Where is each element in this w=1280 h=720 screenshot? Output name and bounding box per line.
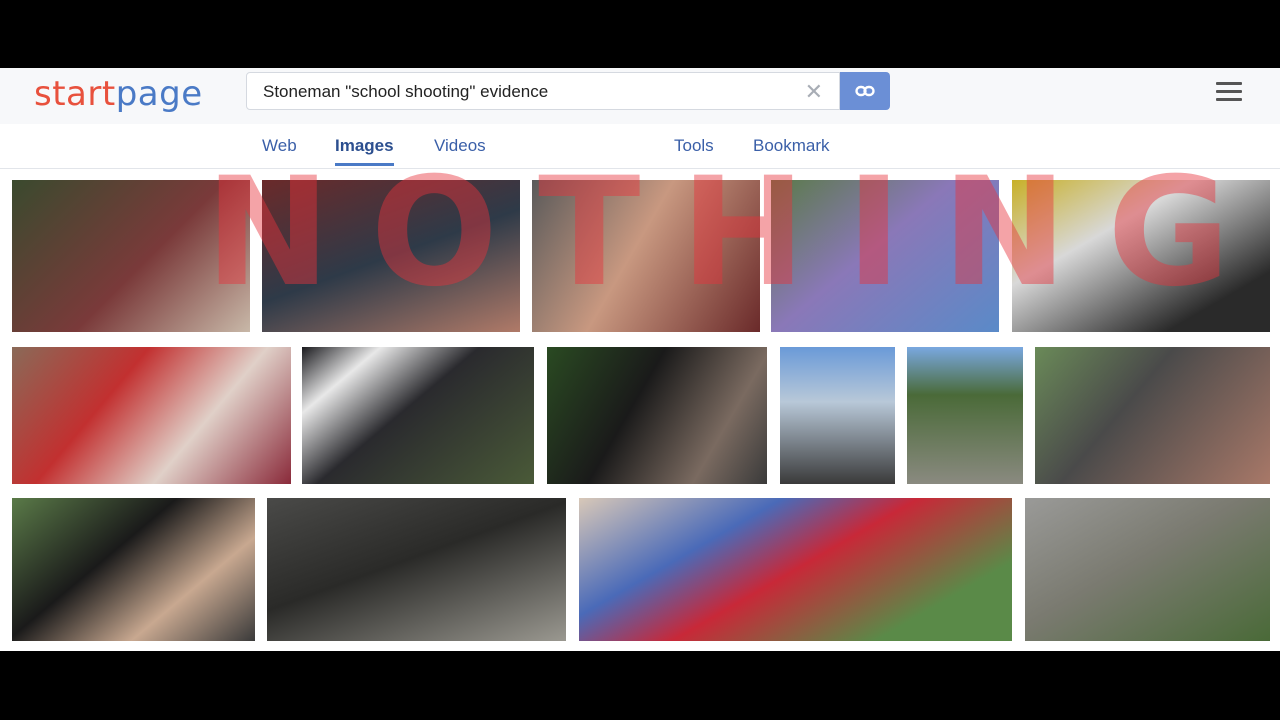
image-result-9[interactable] [780, 347, 895, 484]
image-result-6[interactable] [12, 347, 291, 484]
image-result-3[interactable] [532, 180, 760, 332]
close-icon[interactable]: ✕ [805, 79, 823, 105]
search-go-button[interactable] [840, 72, 890, 110]
image-result-5[interactable] [1012, 180, 1270, 332]
logo-part-page: page [115, 74, 203, 114]
tab-web[interactable]: Web [262, 136, 297, 156]
header-bar: startpage ✕ [0, 68, 1280, 124]
image-result-8[interactable] [547, 347, 767, 484]
image-result-15[interactable] [1025, 498, 1270, 641]
tab-videos[interactable]: Videos [434, 136, 486, 156]
tabs-divider [0, 168, 1280, 169]
image-result-1[interactable] [12, 180, 250, 332]
image-result-7[interactable] [302, 347, 534, 484]
image-result-13[interactable] [267, 498, 566, 641]
browser-page: startpage ✕ Web Images Videos Tools Book… [0, 68, 1280, 651]
image-result-10[interactable] [907, 347, 1023, 484]
search-tabs: Web Images Videos Tools Bookmark [0, 124, 1280, 168]
tab-bookmark[interactable]: Bookmark [753, 136, 830, 156]
image-result-2[interactable] [262, 180, 520, 332]
startpage-logo[interactable]: startpage [34, 74, 203, 114]
image-result-12[interactable] [12, 498, 255, 641]
link-icon [855, 85, 875, 97]
image-result-4[interactable] [771, 180, 999, 332]
logo-part-start: start [34, 74, 116, 114]
tab-images[interactable]: Images [335, 136, 394, 166]
image-result-11[interactable] [1035, 347, 1270, 484]
search-box: ✕ [246, 72, 840, 111]
search-input[interactable] [261, 73, 795, 111]
image-result-14[interactable] [579, 498, 1012, 641]
hamburger-menu-icon[interactable] [1216, 82, 1242, 102]
tab-tools[interactable]: Tools [674, 136, 714, 156]
